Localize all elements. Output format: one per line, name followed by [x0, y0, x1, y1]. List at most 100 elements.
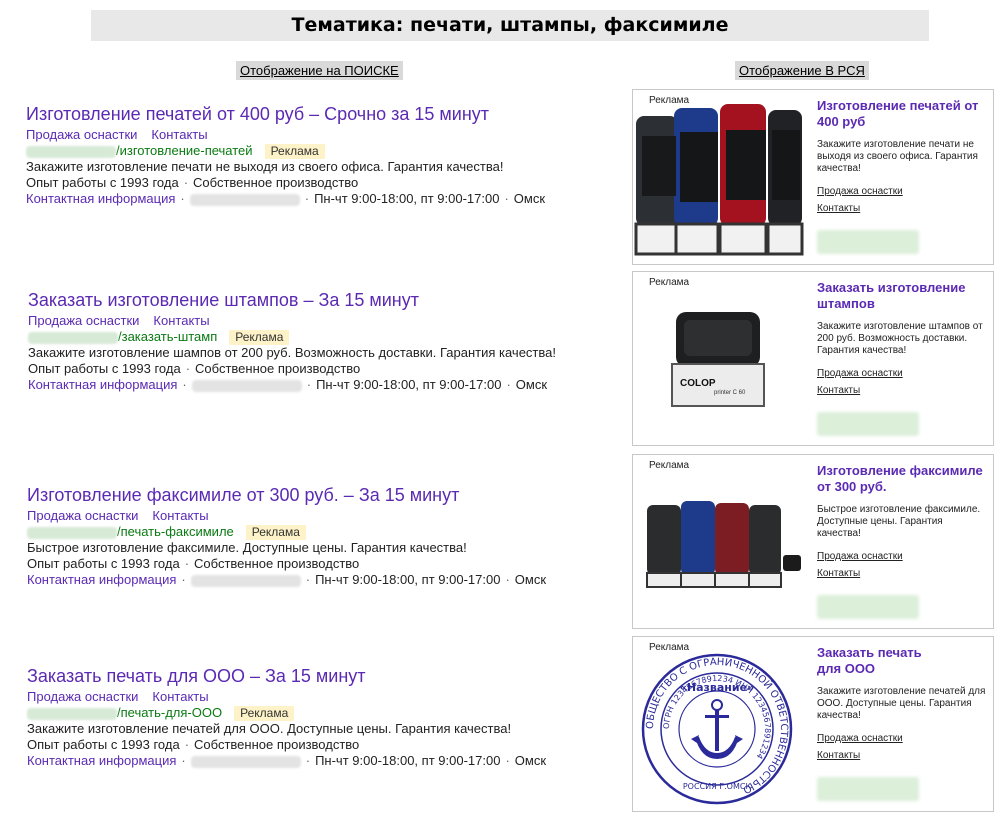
- rsa-ad-1[interactable]: Реклама Изготовление печатей от 400 руб …: [632, 89, 994, 265]
- ad-city: Омск: [514, 572, 547, 587]
- blurred-button[interactable]: [817, 230, 919, 254]
- blurred-domain: [28, 331, 118, 344]
- separator-dot: ·: [506, 377, 511, 392]
- rsa-ad-title[interactable]: Заказать изготовление штампов: [817, 280, 987, 312]
- rsa-ad-3[interactable]: Реклама Изготовление факсимиле от 300 ру…: [632, 454, 994, 629]
- ad-sitelink-contacts[interactable]: Контакты: [151, 127, 207, 142]
- rsa-sitelink-sales[interactable]: Продажа оснастки: [817, 368, 903, 379]
- rsa-section-label: Отображение В РСЯ: [735, 61, 869, 80]
- rsa-ad-desc: Закажите изготовление штампов от 200 руб…: [817, 321, 983, 356]
- separator-dot: ·: [305, 753, 311, 768]
- ad-contact-link[interactable]: Контактная информация: [27, 572, 176, 587]
- blurred-domain: [26, 145, 116, 158]
- rsa-ad-tag: Реклама: [649, 642, 690, 653]
- ad-sitelink-contacts[interactable]: Контакты: [152, 508, 208, 523]
- ad-experience: Опыт работы с 1993 года: [27, 556, 180, 571]
- separator-dot: ·: [184, 556, 190, 571]
- search-ad-2: Заказать изготовление штампов – За 15 ми…: [28, 289, 588, 393]
- ad-contact-link[interactable]: Контактная информация: [28, 377, 177, 392]
- ad-title[interactable]: Изготовление печатей от 400 руб – Срочно…: [26, 103, 586, 125]
- ad-text: Закажите изготовление печати не выходя и…: [26, 159, 504, 174]
- rsa-ad-tag: Реклама: [649, 95, 690, 106]
- blurred-phone: [190, 755, 301, 768]
- ad-city: Омск: [514, 753, 547, 768]
- ad-url-path[interactable]: /заказать-штамп: [118, 329, 217, 344]
- ad-sitelink-sales[interactable]: Продажа оснастки: [27, 689, 138, 704]
- rsa-ad-2[interactable]: Реклама COLOP printer C 60 Заказать изго…: [632, 271, 994, 446]
- ad-production: Собственное производство: [193, 175, 359, 190]
- blurred-phone: [189, 193, 300, 206]
- ad-production: Собственное производство: [194, 737, 360, 752]
- separator-dot: ·: [304, 191, 310, 206]
- blurred-button[interactable]: [817, 777, 919, 801]
- seal-name: «Название»: [680, 681, 754, 694]
- blurred-button[interactable]: [817, 595, 919, 619]
- ad-city: Омск: [513, 191, 546, 206]
- rsa-ad-desc: Закажите изготовление печати не выходя и…: [817, 139, 978, 174]
- rsa-sitelink-contacts[interactable]: Контакты: [817, 750, 860, 761]
- rsa-sitelink-sales[interactable]: Продажа оснастки: [817, 551, 903, 562]
- ad-url-path[interactable]: /изготовление-печатей: [116, 143, 253, 158]
- ad-badge: Реклама: [234, 706, 295, 721]
- rsa-sitelink-contacts[interactable]: Контакты: [817, 385, 860, 396]
- ad-text: Быстрое изготовление факсимиле. Доступны…: [27, 540, 467, 555]
- rsa-ad-4[interactable]: Реклама ОБЩЕСТВО С ОГРАНИЧЕННОЙ ОТВЕТСТВ…: [632, 636, 994, 812]
- rsa-ad-tag: Реклама: [649, 460, 690, 471]
- ad-title[interactable]: Изготовление факсимиле от 300 руб. – За …: [27, 484, 587, 506]
- separator-dot: ·: [184, 737, 190, 752]
- ad-experience: Опыт работы с 1993 года: [27, 737, 180, 752]
- rsa-sitelink-sales[interactable]: Продажа оснастки: [817, 186, 903, 197]
- rsa-sitelink-contacts[interactable]: Контакты: [817, 203, 860, 214]
- search-ad-3: Изготовление факсимиле от 300 руб. – За …: [27, 484, 587, 588]
- ad-text: Закажите изготовление печатей для ООО. Д…: [27, 721, 512, 736]
- rsa-ad-title[interactable]: Изготовление факсимиле от 300 руб.: [817, 463, 987, 495]
- ad-hours: Пн-чт 9:00-18:00, пт 9:00-17:00: [314, 191, 500, 206]
- ad-hours: Пн-чт 9:00-18:00, пт 9:00-17:00: [315, 572, 501, 587]
- ad-production: Собственное производство: [195, 361, 361, 376]
- rsa-ad-title[interactable]: Изготовление печатей от 400 руб: [817, 98, 987, 130]
- ad-sitelink-sales[interactable]: Продажа оснастки: [28, 313, 139, 328]
- svg-text:printer C 60: printer C 60: [714, 390, 746, 396]
- seal-bottom-text: РОССИЯ Г.ОМСК: [683, 782, 752, 791]
- ad-contact-link[interactable]: Контактная информация: [26, 191, 175, 206]
- ad-url-path[interactable]: /печать-факсимиле: [117, 524, 234, 539]
- ad-sitelink-contacts[interactable]: Контакты: [153, 313, 209, 328]
- separator-dot: ·: [305, 572, 311, 587]
- blurred-button[interactable]: [817, 412, 919, 436]
- separator-dot: ·: [183, 175, 189, 190]
- blurred-phone: [190, 574, 301, 587]
- separator-dot: ·: [306, 377, 312, 392]
- ad-hours: Пн-чт 9:00-18:00, пт 9:00-17:00: [315, 753, 501, 768]
- search-ad-1: Изготовление печатей от 400 руб – Срочно…: [26, 103, 586, 207]
- ad-title[interactable]: Заказать изготовление штампов – За 15 ми…: [28, 289, 588, 311]
- stamps-set-image: [645, 495, 805, 595]
- blurred-domain: [27, 707, 117, 720]
- ad-sitelink-sales[interactable]: Продажа оснастки: [27, 508, 138, 523]
- ad-title[interactable]: Заказать печать для ООО – За 15 минут: [27, 665, 587, 687]
- ad-url-path[interactable]: /печать-для-ООО: [117, 705, 222, 720]
- ad-contact-link[interactable]: Контактная информация: [27, 753, 176, 768]
- search-section-label: Отображение на ПОИСКЕ: [236, 61, 403, 80]
- round-seal-image: ОБЩЕСТВО С ОГРАНИЧЕННОЙ ОТВЕТСТВЕННОСТЬЮ…: [641, 653, 793, 805]
- blurred-phone: [191, 379, 302, 392]
- page-title: Тематика: печати, штампы, факсимиле: [91, 10, 929, 41]
- ad-sitelink-sales[interactable]: Продажа оснастки: [26, 127, 137, 142]
- ad-badge: Реклама: [229, 330, 290, 345]
- ad-production: Собственное производство: [194, 556, 360, 571]
- ad-badge: Реклама: [245, 525, 306, 540]
- separator-dot: ·: [181, 572, 186, 587]
- ad-sitelink-contacts[interactable]: Контакты: [152, 689, 208, 704]
- rsa-sitelink-sales[interactable]: Продажа оснастки: [817, 733, 903, 744]
- blurred-domain: [27, 526, 117, 539]
- separator-dot: ·: [185, 361, 191, 376]
- rsa-ad-desc: Быстрое изготовление факсимиле. Доступны…: [817, 504, 981, 539]
- rsa-ad-title[interactable]: Заказать печать для ООО: [817, 645, 937, 677]
- separator-dot: ·: [182, 377, 187, 392]
- separator-dot: ·: [180, 191, 185, 206]
- stamps-image: [634, 96, 804, 258]
- anchor-icon: [691, 699, 743, 759]
- ad-badge: Реклама: [264, 144, 325, 159]
- rsa-ad-tag: Реклама: [649, 277, 690, 288]
- rsa-sitelink-contacts[interactable]: Контакты: [817, 568, 860, 579]
- search-ad-4: Заказать печать для ООО – За 15 минут Пр…: [27, 665, 587, 769]
